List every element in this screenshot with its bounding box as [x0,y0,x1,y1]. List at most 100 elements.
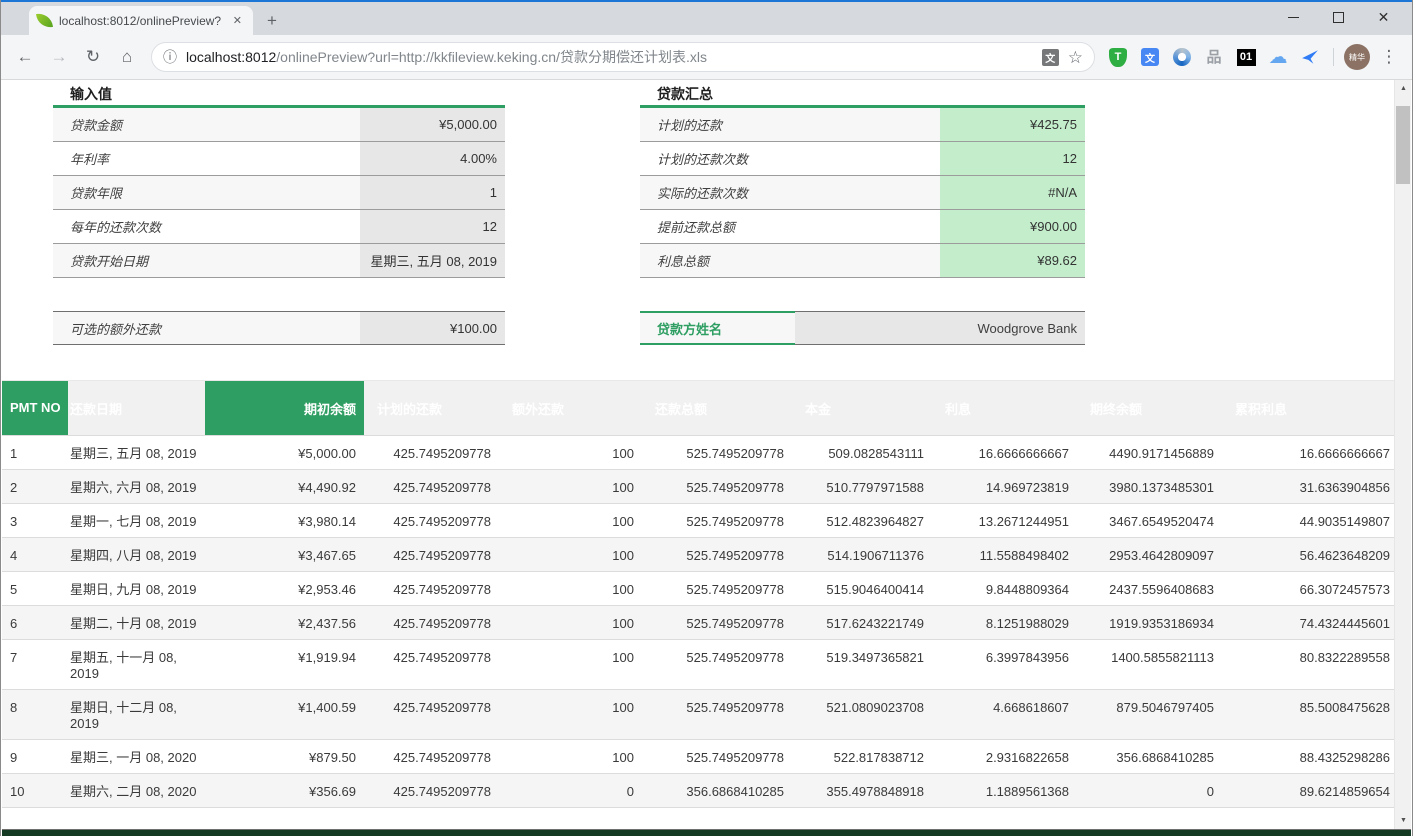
bird-icon [1301,48,1319,66]
sitemap-extension-icon[interactable]: 品 [1201,44,1227,70]
back-button[interactable]: ← [11,43,39,71]
minimize-button[interactable] [1271,2,1316,33]
translate-icon: 文 [1141,48,1159,66]
schedule-cell: ¥2,953.46 [205,572,364,606]
input-rows: 贷款金额¥5,000.00年利率4.00%贷款年限1每年的还款次数12贷款开始日… [53,108,505,278]
tab-title: localhost:8012/onlinePreview? [59,14,223,28]
tab-close-icon[interactable]: ✕ [230,14,245,27]
schedule-cell: 0 [499,774,642,808]
schedule-cell: 8 [2,690,68,740]
info-icon[interactable]: ⓘ [163,47,177,67]
schedule-cell: 星期日, 十二月 08, 2019 [68,690,205,740]
schedule-row: 9星期三, 一月 08, 2020¥879.50425.749520977810… [2,740,1394,774]
column-header: 计划的还款 [364,381,499,436]
column-header: 累积利息 [1222,381,1394,436]
schedule-cell: 100 [499,470,642,504]
schedule-cell: 355.4978848918 [792,774,932,808]
schedule-cell: 525.7495209778 [642,740,792,774]
profile-avatar[interactable]: 精华 [1344,44,1370,70]
schedule-cell: 7 [2,640,68,690]
schedule-cell: ¥2,437.56 [205,606,364,640]
schedule-cell: 10 [2,774,68,808]
schedule-cell: 100 [499,740,642,774]
schedule-row: 1星期三, 五月 08, 2019¥5,000.00425.7495209778… [2,436,1394,470]
cloud-icon: ☁ [1269,48,1288,67]
browser-tab[interactable]: localhost:8012/onlinePreview? ✕ [29,6,253,35]
schedule-cell: 2953.4642809097 [1077,538,1222,572]
field-value: ¥425.75 [940,108,1085,141]
schedule-cell: 2.9316822658 [932,740,1077,774]
swirl-icon [1173,48,1191,66]
kkfileview-leaf-favicon [36,12,53,29]
menu-icon[interactable]: ⋮ [1376,44,1402,70]
schedule-cell: 525.7495209778 [642,470,792,504]
schedule-row: 2星期六, 六月 08, 2019¥4,490.92425.7495209778… [2,470,1394,504]
scrollbar-thumb[interactable] [1396,106,1410,184]
schedule-cell: 425.7495209778 [364,690,499,740]
vertical-scrollbar[interactable]: ▲ ▼ [1394,80,1411,829]
bird-extension-icon[interactable] [1297,44,1323,70]
cloud-extension-icon[interactable]: ☁ [1265,44,1291,70]
schedule-cell: 31.6363904856 [1222,470,1394,504]
url-host: localhost:8012 [186,49,276,65]
schedule-cell: 510.7797971588 [792,470,932,504]
schedule-cell: 525.7495209778 [642,572,792,606]
schedule-row: 6星期二, 十月 08, 2019¥2,437.56425.7495209778… [2,606,1394,640]
schedule-cell: ¥4,490.92 [205,470,364,504]
schedule-cell: 56.4623648209 [1222,538,1394,572]
schedule-row: 3星期一, 七月 08, 2019¥3,980.14425.7495209778… [2,504,1394,538]
schedule-cell: 9.8448809364 [932,572,1077,606]
01-badge-extension-icon[interactable]: 01 [1233,44,1259,70]
scroll-up-icon[interactable]: ▲ [1395,80,1412,97]
schedule-cell: 9 [2,740,68,774]
forward-button[interactable]: → [45,43,73,71]
schedule-cell: 星期一, 七月 08, 2019 [68,504,205,538]
schedule-cell: ¥879.50 [205,740,364,774]
schedule-cell: 星期三, 五月 08, 2019 [68,436,205,470]
column-header: 额外还款 [499,381,642,436]
schedule-cell: 879.5046797405 [1077,690,1222,740]
column-header: PMT NO [2,381,68,436]
shield-icon: T [1109,48,1127,67]
bookmark-star-icon[interactable]: ☆ [1068,49,1083,66]
reload-button[interactable]: ↻ [79,43,107,71]
schedule-cell: 3467.6549520474 [1077,504,1222,538]
schedule-cell: 100 [499,538,642,572]
summary-section-title: 贷款汇总 [640,82,1085,108]
schedule-cell: ¥3,467.65 [205,538,364,572]
schedule-cell: 425.7495209778 [364,470,499,504]
field-label: 贷款年限 [53,176,360,209]
schedule-cell: 1.1889561368 [932,774,1077,808]
lender-row: 贷款方姓名 Woodgrove Bank [640,311,1085,345]
field-value: #N/A [940,176,1085,209]
column-header: 还款总额 [642,381,792,436]
lender-value: Woodgrove Bank [795,311,1085,345]
schedule-cell: 356.6868410285 [1077,740,1222,774]
new-tab-button[interactable]: + [259,8,285,34]
home-button[interactable]: ⌂ [113,43,141,71]
schedule-cell: 89.6214859654 [1222,774,1394,808]
bottom-strip [2,829,1411,836]
field-label: 每年的还款次数 [53,210,360,243]
schedule-cell: 4490.9171456889 [1077,436,1222,470]
address-bar[interactable]: ⓘ localhost:8012/onlinePreview?url=http:… [151,42,1095,72]
field-label: 计划的还款 [640,108,940,141]
field-row: 每年的还款次数12 [53,210,505,244]
schedule-cell: 100 [499,606,642,640]
close-button[interactable]: ✕ [1361,2,1406,33]
schedule-cell: ¥1,919.94 [205,640,364,690]
maximize-button[interactable] [1316,2,1361,33]
translate-extension-icon[interactable]: 文 [1137,44,1163,70]
swirl-extension-icon[interactable] [1169,44,1195,70]
field-row: 计划的还款¥425.75 [640,108,1085,142]
schedule-cell: 425.7495209778 [364,640,499,690]
translate-page-action-icon[interactable]: 文 [1042,49,1059,66]
schedule-cell: ¥1,400.59 [205,690,364,740]
schedule-cell: 519.3497365821 [792,640,932,690]
scroll-down-icon[interactable]: ▼ [1395,812,1412,829]
field-row: 利息总额¥89.62 [640,244,1085,278]
shield-extension-icon[interactable]: T [1105,44,1131,70]
schedule-cell: 6 [2,606,68,640]
field-label: 提前还款总额 [640,210,940,243]
schedule-row: 5星期日, 九月 08, 2019¥2,953.46425.7495209778… [2,572,1394,606]
